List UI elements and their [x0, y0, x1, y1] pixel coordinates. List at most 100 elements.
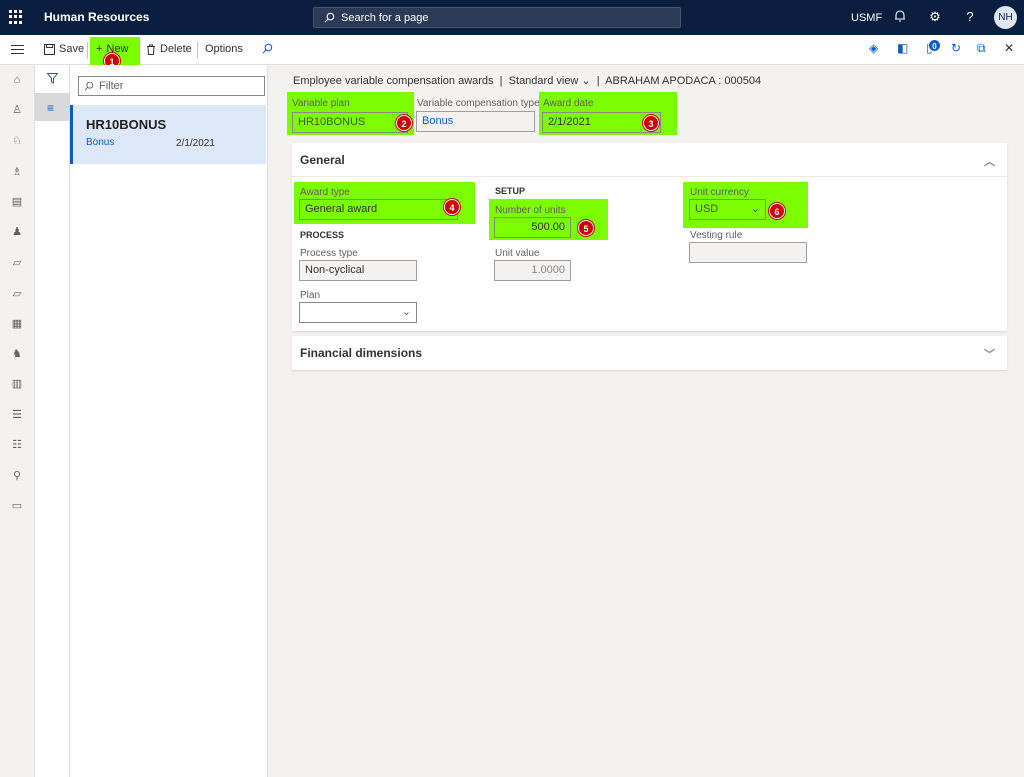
plan-label: Plan: [300, 290, 321, 301]
variable-plan-field[interactable]: HR10BONUS: [292, 112, 408, 133]
company-selector[interactable]: USMF: [851, 12, 882, 24]
divider: [197, 42, 198, 59]
general-section: General ︿ Award type General award 4 PRO…: [292, 143, 1007, 331]
vesting-rule-field[interactable]: [689, 242, 807, 263]
chevron-down-icon: ⌄: [750, 203, 760, 215]
search-input[interactable]: Search for a page: [313, 7, 681, 28]
breadcrumb-record: ABRAHAM APODACA : 000504: [605, 75, 762, 87]
breadcrumb-separator: |: [593, 75, 603, 87]
financial-dimensions-section[interactable]: Financial dimensions ﹀: [292, 336, 1007, 370]
chevron-up-icon: ︿: [984, 156, 995, 168]
plus-icon: +: [96, 43, 103, 55]
unit-value-label: Unit value: [495, 248, 540, 259]
search-icon: [324, 12, 335, 23]
callout-badge-3: 3: [643, 115, 659, 131]
top-nav-bar: Human Resources Search for a page USMF ⚙…: [0, 0, 1024, 35]
unit-currency-value: USD: [695, 203, 719, 215]
options-label: Options: [205, 43, 243, 55]
delete-label: Delete: [160, 43, 192, 55]
award-type-label: Award type: [300, 187, 350, 198]
callout-badge-4: 4: [444, 199, 460, 215]
refresh-icon[interactable]: ↻: [951, 41, 961, 55]
delete-button[interactable]: Delete: [146, 43, 192, 55]
process-heading: PROCESS: [300, 230, 345, 240]
list-toggle-column: ≡: [35, 65, 70, 777]
team-icon[interactable]: ♗: [10, 165, 24, 179]
save-button[interactable]: Save: [44, 43, 84, 55]
navigation-rail: ⌂ ♙ ♘ ♗ ▤ ♟ ▱ ▱ ▦ ♞ ▥ ☰ ☷ ⚲ ▭: [0, 65, 35, 777]
clipboard-icon[interactable]: ▤: [10, 195, 24, 209]
save-label: Save: [59, 43, 85, 55]
comp-type-label: Variable compensation type: [417, 98, 540, 109]
plan-dropdown[interactable]: ⌄: [299, 302, 417, 323]
app-title: Human Resources: [44, 10, 150, 24]
options-button[interactable]: Options: [205, 43, 243, 55]
show-list-button[interactable]: ≡: [35, 93, 70, 121]
list-icon: ≡: [47, 101, 55, 115]
chevron-down-icon: ⌄: [401, 306, 411, 318]
building-icon[interactable]: ▥: [10, 377, 24, 391]
award-date-label: Award date: [543, 98, 594, 109]
variable-plan-label: Variable plan: [292, 98, 350, 109]
org-chart-icon[interactable]: ☷: [10, 438, 24, 452]
award-type-field[interactable]: General award: [299, 199, 458, 220]
search-action-icon[interactable]: [262, 43, 273, 54]
list-icon[interactable]: ☰: [10, 408, 24, 422]
hamburger-menu-icon[interactable]: [11, 45, 24, 55]
search-placeholder: Search for a page: [341, 11, 429, 24]
number-of-units-field[interactable]: 500.00: [494, 217, 571, 238]
financial-dimensions-header[interactable]: Financial dimensions ﹀: [292, 336, 1007, 370]
filter-placeholder: Filter: [99, 80, 124, 92]
power-apps-icon[interactable]: ◈: [869, 41, 878, 55]
list-item-title: HR10BONUS: [86, 117, 167, 132]
document-icon[interactable]: ▱: [10, 256, 24, 270]
people-group-icon[interactable]: ♞: [10, 347, 24, 361]
view-selector[interactable]: Standard view ⌄: [509, 75, 591, 87]
list-item[interactable]: HR10BONUS Bonus 2/1/2021: [70, 105, 266, 164]
help-icon[interactable]: ?: [962, 9, 978, 25]
open-new-window-icon[interactable]: ⧉: [977, 41, 986, 56]
save-icon: [44, 43, 55, 55]
financial-dimensions-title: Financial dimensions: [300, 346, 423, 360]
feedback-icon[interactable]: ▭: [10, 499, 24, 513]
worker-icon[interactable]: ♘: [10, 134, 24, 148]
number-of-units-label: Number of units: [495, 205, 566, 216]
comp-type-field[interactable]: Bonus: [416, 111, 535, 132]
gear-icon[interactable]: ⚙: [927, 9, 943, 25]
report-icon[interactable]: ▦: [10, 317, 24, 331]
app-launcher-icon[interactable]: [9, 10, 23, 24]
callout-badge-5: 5: [578, 220, 594, 236]
breadcrumb-separator: |: [496, 75, 506, 87]
general-header[interactable]: General ︿: [292, 143, 1007, 177]
callout-badge-6: 6: [769, 203, 785, 219]
general-title: General: [300, 153, 345, 167]
view-label: Standard view: [508, 75, 579, 87]
breadcrumb-page: Employee variable compensation awards: [293, 75, 494, 87]
breadcrumb: Employee variable compensation awards | …: [293, 74, 761, 87]
home-icon[interactable]: ⌂: [10, 73, 24, 87]
chevron-down-icon: ﹀: [984, 349, 995, 361]
main-content: Employee variable compensation awards | …: [273, 65, 1024, 777]
vesting-rule-label: Vesting rule: [690, 230, 743, 241]
setup-heading: SETUP: [495, 186, 526, 196]
unit-value-field[interactable]: 1.0000: [494, 260, 571, 281]
office-icon[interactable]: ◧: [897, 41, 908, 55]
people-icon[interactable]: ♙: [10, 103, 24, 117]
document-edit-icon[interactable]: ▱: [10, 287, 24, 301]
filter-icon[interactable]: [46, 73, 59, 87]
close-icon[interactable]: ✕: [1004, 41, 1014, 55]
bell-icon[interactable]: [892, 9, 908, 25]
unit-currency-dropdown[interactable]: USD ⌄: [689, 199, 766, 220]
list-item-date: 2/1/2021: [176, 138, 215, 149]
callout-badge-2: 2: [396, 115, 412, 131]
notification-count-badge: 0: [928, 39, 941, 52]
process-type-label: Process type: [300, 248, 358, 259]
filter-input[interactable]: Filter: [78, 76, 265, 96]
person-settings-icon[interactable]: ♟: [10, 225, 24, 239]
hierarchy-icon[interactable]: ⚲: [10, 469, 24, 483]
process-type-field[interactable]: Non-cyclical: [299, 260, 417, 281]
list-item-subtitle: Bonus: [86, 137, 115, 148]
unit-currency-label: Unit currency: [690, 187, 749, 198]
avatar[interactable]: NH: [994, 6, 1017, 29]
divider: [87, 42, 88, 59]
